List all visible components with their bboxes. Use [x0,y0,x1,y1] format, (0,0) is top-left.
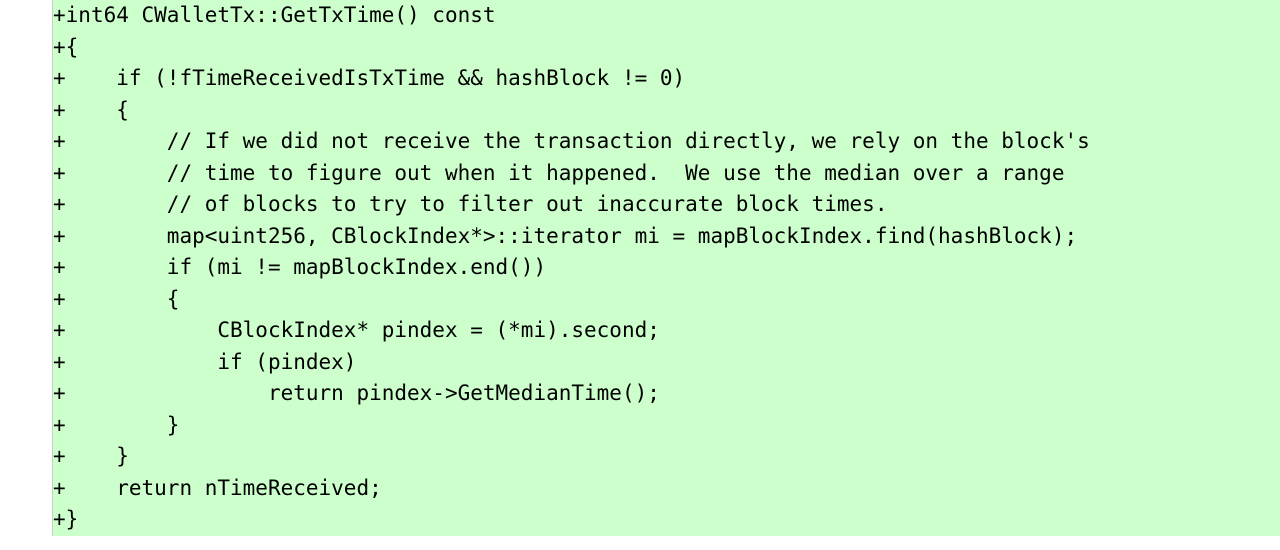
diff-line: + // If we did not receive the transacti… [53,126,1280,158]
diff-content: } [66,410,1280,442]
diff-marker: + [53,473,66,505]
diff-content: } [66,441,1280,473]
diff-marker: + [53,126,66,158]
diff-marker: + [53,252,66,284]
diff-line: + // of blocks to try to filter out inac… [53,189,1280,221]
diff-line: + map<uint256, CBlockIndex*>::iterator m… [53,221,1280,253]
diff-line: + return nTimeReceived; [53,473,1280,505]
diff-marker: + [53,378,66,410]
diff-marker: + [53,441,66,473]
diff-marker: + [53,95,66,127]
diff-line: + } [53,410,1280,442]
diff-marker: + [53,315,66,347]
diff-line: + return pindex->GetMedianTime(); [53,378,1280,410]
diff-marker: + [53,158,66,190]
diff-content: { [66,32,1280,64]
diff-line: + } [53,441,1280,473]
diff-marker: + [53,347,66,379]
diff-content: if (pindex) [66,347,1280,379]
diff-line: + if (mi != mapBlockIndex.end()) [53,252,1280,284]
diff-content: int64 CWalletTx::GetTxTime() const [66,0,1280,32]
diff-line: +{ [53,32,1280,64]
diff-content: if (!fTimeReceivedIsTxTime && hashBlock … [66,63,1280,95]
diff-content: CBlockIndex* pindex = (*mi).second; [66,315,1280,347]
diff-block: +int64 CWalletTx::GetTxTime() const +{ +… [52,0,1280,536]
diff-line: + if (!fTimeReceivedIsTxTime && hashBloc… [53,63,1280,95]
diff-content: if (mi != mapBlockIndex.end()) [66,252,1280,284]
diff-content: return nTimeReceived; [66,473,1280,505]
diff-content: { [66,95,1280,127]
diff-marker: + [53,0,66,32]
diff-line: + CBlockIndex* pindex = (*mi).second; [53,315,1280,347]
diff-marker: + [53,32,66,64]
diff-marker: + [53,284,66,316]
diff-marker: + [53,410,66,442]
diff-content: return pindex->GetMedianTime(); [66,378,1280,410]
diff-marker: + [53,189,66,221]
diff-line: + if (pindex) [53,347,1280,379]
diff-marker: + [53,221,66,253]
diff-content: map<uint256, CBlockIndex*>::iterator mi … [66,221,1280,253]
diff-line: +} [53,504,1280,536]
diff-content: // of blocks to try to filter out inaccu… [66,189,1280,221]
diff-marker: + [53,504,66,536]
diff-content: // time to figure out when it happened. … [66,158,1280,190]
diff-line: + { [53,284,1280,316]
diff-line: +int64 CWalletTx::GetTxTime() const [53,0,1280,32]
diff-content: } [66,504,1280,536]
diff-line: + { [53,95,1280,127]
diff-marker: + [53,63,66,95]
diff-content: // If we did not receive the transaction… [66,126,1280,158]
diff-content: { [66,284,1280,316]
diff-line: + // time to figure out when it happened… [53,158,1280,190]
